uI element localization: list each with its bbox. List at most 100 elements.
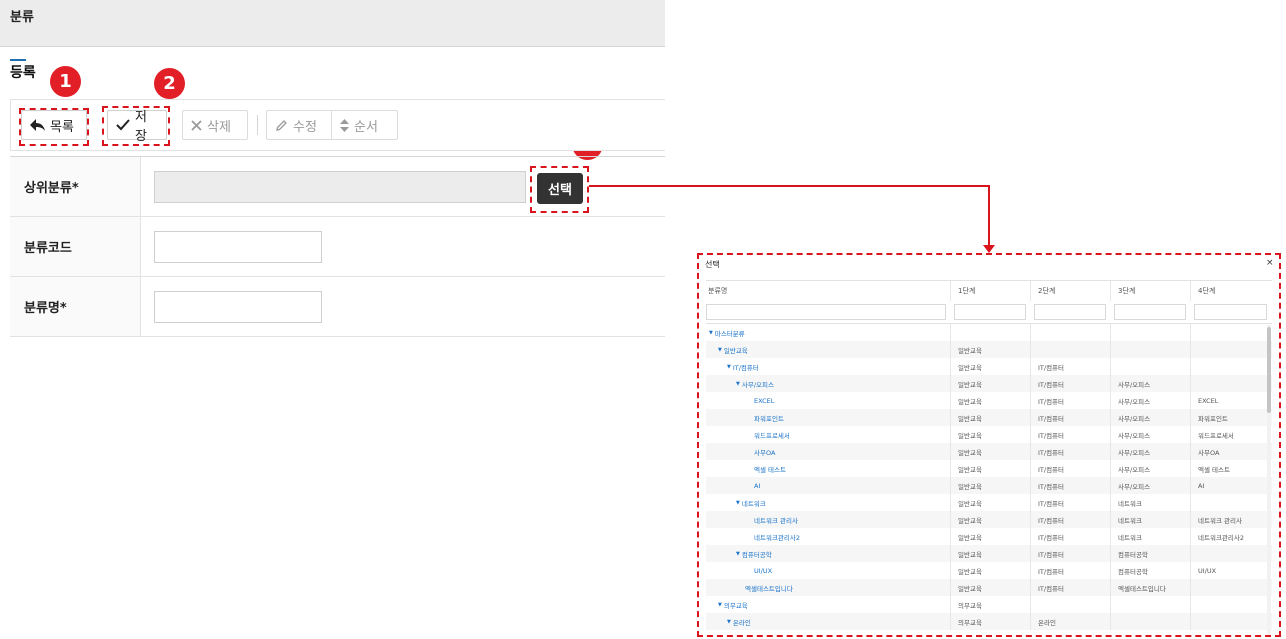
expand-caret-icon[interactable]: ▼ bbox=[736, 500, 740, 506]
row-name-cell: ▼ 의무교육 bbox=[706, 596, 950, 613]
row-name[interactable]: UI/UX bbox=[754, 567, 772, 575]
row-cell-l4 bbox=[1190, 358, 1272, 375]
row-name[interactable]: 파워포인트 bbox=[754, 413, 784, 423]
row-cell-l2: IT/컴퓨터 bbox=[1030, 460, 1110, 477]
row-cell-l4 bbox=[1190, 494, 1272, 511]
row-cell-l2: IT/컴퓨터 bbox=[1030, 409, 1110, 426]
table-row[interactable]: ▼ 사무/오피스 일반교육 IT/컴퓨터 사무/오피스 bbox=[706, 375, 1272, 392]
row-name[interactable]: IT/컴퓨터 bbox=[733, 362, 759, 372]
grid-filter-row bbox=[706, 301, 1272, 324]
expand-caret-icon[interactable]: ▼ bbox=[709, 330, 713, 336]
row-cell-l1: 일반교육 bbox=[950, 409, 1030, 426]
row-name[interactable]: 컴퓨터공학 bbox=[742, 549, 772, 559]
row-cell-l4 bbox=[1190, 579, 1272, 596]
table-row[interactable]: AI 일반교육 IT/컴퓨터 사무/오피스 AI bbox=[706, 477, 1272, 494]
row-cell-l4 bbox=[1190, 375, 1272, 392]
row-cell-l1: 의무교육 bbox=[950, 613, 1030, 630]
edit-button[interactable]: 수정 bbox=[266, 110, 332, 140]
row-cell-l4 bbox=[1190, 341, 1272, 358]
table-row[interactable]: ▼ 마스터분류 bbox=[706, 324, 1272, 341]
row-cell-l4: EXCEL bbox=[1190, 392, 1272, 409]
category-grid: 분류명 1단계 2단계 3단계 4단계 ▼ 마스터분류 ▼ 일반교육 일반교육 ▼ IT/컴… bbox=[706, 280, 1272, 630]
row-cell-l3: 네트워크 bbox=[1110, 511, 1190, 528]
row-cell-l2: IT/컴퓨터 bbox=[1030, 392, 1110, 409]
row-cell-l1: 일반교육 bbox=[950, 358, 1030, 375]
column-header-level1[interactable]: 1단계 bbox=[950, 281, 1030, 301]
column-header-level4[interactable]: 4단계 bbox=[1190, 281, 1272, 301]
row-name[interactable]: AI bbox=[754, 482, 760, 490]
table-row[interactable]: ▼ IT/컴퓨터 일반교육 IT/컴퓨터 bbox=[706, 358, 1272, 375]
filter-input-level4[interactable] bbox=[1194, 304, 1267, 320]
row-cell-l2: IT/컴퓨터 bbox=[1030, 579, 1110, 596]
row-name[interactable]: 의무교육 bbox=[724, 600, 748, 610]
column-header-name[interactable]: 분류명 bbox=[706, 281, 950, 301]
row-name[interactable]: 엑셀테스트입니다 bbox=[745, 583, 793, 593]
row-name-cell: 파워포인트 bbox=[706, 409, 950, 426]
row-cell-l2: IT/컴퓨터 bbox=[1030, 511, 1110, 528]
table-row[interactable]: 엑셀테스트입니다 일반교육 IT/컴퓨터 엑셀테스트입니다 bbox=[706, 579, 1272, 596]
row-cell-l4 bbox=[1190, 545, 1272, 562]
row-cell-l4: 네트워크관리사2 bbox=[1190, 528, 1272, 545]
scrollbar-thumb[interactable] bbox=[1267, 327, 1271, 413]
table-row[interactable]: 네트워크 관리사 일반교육 IT/컴퓨터 네트워크 네트워크 관리사 bbox=[706, 511, 1272, 528]
row-name-cell: 네트워크 관리사 bbox=[706, 511, 950, 528]
row-name[interactable]: 워드프로세서 bbox=[754, 430, 790, 440]
order-button[interactable]: 순서 bbox=[331, 110, 398, 140]
close-icon[interactable]: × bbox=[1266, 258, 1274, 268]
table-row[interactable]: UI/UX 일반교육 IT/컴퓨터 컴퓨터공학 UI/UX bbox=[706, 562, 1272, 579]
category-code-field[interactable] bbox=[154, 231, 322, 263]
row-cell-l1: 일반교육 bbox=[950, 579, 1030, 596]
row-name-cell: ▼ 사무/오피스 bbox=[706, 375, 950, 392]
row-name[interactable]: 사무/오피스 bbox=[742, 379, 774, 389]
row-name[interactable]: 일반교육 bbox=[724, 345, 748, 355]
column-header-level2[interactable]: 2단계 bbox=[1030, 281, 1110, 301]
table-row[interactable]: ▼ 컴퓨터공학 일반교육 IT/컴퓨터 컴퓨터공학 bbox=[706, 545, 1272, 562]
filter-input-name[interactable] bbox=[706, 304, 946, 320]
row-name[interactable]: 네트워크 bbox=[742, 498, 766, 508]
category-name-field[interactable] bbox=[154, 291, 322, 323]
row-name[interactable]: 사무OA bbox=[754, 447, 775, 457]
row-name[interactable]: EXCEL bbox=[754, 397, 774, 405]
table-row[interactable]: EXCEL 일반교육 IT/컴퓨터 사무/오피스 EXCEL bbox=[706, 392, 1272, 409]
expand-caret-icon[interactable]: ▼ bbox=[736, 381, 740, 387]
row-name[interactable]: 온라인 bbox=[733, 617, 751, 627]
row-name[interactable]: 마스터분류 bbox=[715, 328, 745, 338]
row-cell-l3: 네트워크 bbox=[1110, 494, 1190, 511]
row-name[interactable]: 네트워크 관리사 bbox=[754, 515, 798, 525]
row-cell-l3: 컴퓨터공학 bbox=[1110, 562, 1190, 579]
row-cell-l3: 사무/오피스 bbox=[1110, 460, 1190, 477]
row-cell-l4 bbox=[1190, 324, 1272, 341]
parent-category-field[interactable] bbox=[154, 171, 526, 203]
order-button-label: 순서 bbox=[354, 119, 378, 135]
row-cell-l1: 일반교육 bbox=[950, 494, 1030, 511]
filter-input-level1[interactable] bbox=[954, 304, 1026, 320]
highlight-list-button bbox=[19, 108, 89, 146]
row-name-cell: UI/UX bbox=[706, 562, 950, 579]
row-cell-l1: 일반교육 bbox=[950, 392, 1030, 409]
expand-caret-icon[interactable]: ▼ bbox=[718, 347, 722, 353]
expand-caret-icon[interactable]: ▼ bbox=[727, 364, 731, 370]
table-row[interactable]: 네트워크관리사2 일반교육 IT/컴퓨터 네트워크 네트워크관리사2 bbox=[706, 528, 1272, 545]
filter-input-level3[interactable] bbox=[1114, 304, 1186, 320]
table-row[interactable]: ▼ 의무교육 의무교육 bbox=[706, 596, 1272, 613]
table-row[interactable]: 사무OA 일반교육 IT/컴퓨터 사무/오피스 사무OA bbox=[706, 443, 1272, 460]
row-name[interactable]: 네트워크관리사2 bbox=[754, 532, 800, 542]
table-row[interactable]: 엑셀 테스트 일반교육 IT/컴퓨터 사무/오피스 엑셀 테스트 bbox=[706, 460, 1272, 477]
table-row[interactable]: 워드프로세서 일반교육 IT/컴퓨터 사무/오피스 워드프로세서 bbox=[706, 426, 1272, 443]
row-name[interactable]: 엑셀 테스트 bbox=[754, 464, 786, 474]
expand-caret-icon[interactable]: ▼ bbox=[736, 551, 740, 557]
row-cell-l4: UI/UX bbox=[1190, 562, 1272, 579]
row-cell-l2: IT/컴퓨터 bbox=[1030, 494, 1110, 511]
table-row[interactable]: 파워포인트 일반교육 IT/컴퓨터 사무/오피스 파워포인트 bbox=[706, 409, 1272, 426]
toolbar-divider bbox=[257, 115, 258, 135]
row-cell-l3 bbox=[1110, 358, 1190, 375]
column-header-level3[interactable]: 3단계 bbox=[1110, 281, 1190, 301]
delete-button[interactable]: 삭제 bbox=[182, 110, 248, 140]
table-row[interactable]: ▼ 일반교육 일반교육 bbox=[706, 341, 1272, 358]
table-row[interactable]: ▼ 네트워크 일반교육 IT/컴퓨터 네트워크 bbox=[706, 494, 1272, 511]
expand-caret-icon[interactable]: ▼ bbox=[718, 602, 722, 608]
table-row[interactable]: ▼ 온라인 의무교육 온라인 bbox=[706, 613, 1272, 630]
expand-caret-icon[interactable]: ▼ bbox=[727, 619, 731, 625]
page-header: 분류 bbox=[0, 0, 665, 47]
filter-input-level2[interactable] bbox=[1034, 304, 1106, 320]
